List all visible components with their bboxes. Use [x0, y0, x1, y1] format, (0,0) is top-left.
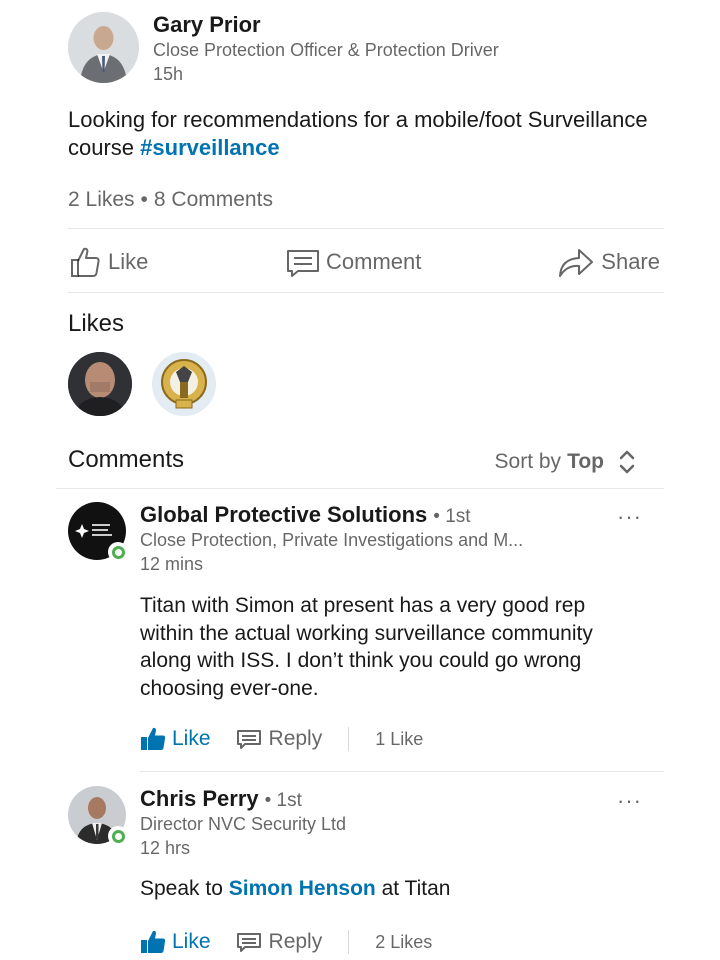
- post-text: Looking for recommendations for a mobile…: [68, 106, 658, 162]
- commenter-avatar[interactable]: [68, 786, 128, 846]
- comment-reply-button[interactable]: Reply: [236, 930, 323, 954]
- comment-text-after: at Titan: [375, 877, 451, 900]
- connection-degree: • 1st: [433, 506, 471, 527]
- like-label: Like: [108, 249, 149, 274]
- comment-item: Chris Perry • 1st Director NVC Security L…: [68, 786, 664, 960]
- comment-timestamp: 12 hrs: [140, 838, 191, 858]
- thumbs-up-filled-icon: [141, 930, 166, 953]
- share-label: Share: [601, 249, 660, 274]
- divider: [68, 228, 664, 229]
- mention-link[interactable]: Simon Henson: [229, 877, 376, 900]
- divider: [140, 771, 664, 772]
- comment-likes-count[interactable]: 2 Likes: [375, 932, 432, 953]
- comments-section-title: Comments: [68, 446, 185, 473]
- comment-label: Comment: [326, 249, 422, 274]
- connection-degree: • 1st: [264, 790, 302, 811]
- comment-icon: [287, 250, 319, 277]
- liker-avatar[interactable]: [68, 352, 132, 416]
- online-status-icon: [108, 826, 128, 846]
- social-counts: 2 Likes • 8 Comments: [68, 188, 273, 212]
- comment-actions: Like Reply 2 Likes: [140, 927, 432, 957]
- thumbs-up-filled-icon: [141, 727, 166, 750]
- commenter-name[interactable]: Global Protective Solutions • 1st: [140, 502, 471, 528]
- comment-reply-label: Reply: [268, 727, 323, 750]
- divider: [68, 292, 664, 293]
- commenter-name-text: Chris Perry: [140, 786, 259, 811]
- post-header: Gary Prior Close Protection Officer & Pr…: [68, 12, 668, 92]
- sort-label: Sort by: [494, 450, 562, 473]
- post-action-bar: Like Comment Share: [68, 232, 660, 292]
- reply-icon: [236, 730, 261, 749]
- commenter-name-text: Global Protective Solutions: [140, 502, 428, 527]
- commenter-name[interactable]: Chris Perry • 1st: [140, 786, 302, 812]
- likes-section-title: Likes: [68, 310, 125, 337]
- comment-item: Global Protective Solutions • 1st Close P…: [68, 502, 664, 770]
- comment-text: Speak to Simon Henson at Titan: [140, 875, 640, 903]
- comment-text-before: Speak to: [140, 877, 229, 900]
- author-photo-icon: [68, 12, 139, 83]
- comment-like-label: Like: [172, 930, 211, 953]
- author-avatar[interactable]: [68, 12, 139, 83]
- post-timestamp: 15h: [153, 64, 184, 84]
- liker-avatar[interactable]: [152, 352, 216, 416]
- sort-comments-dropdown[interactable]: Sort by Top: [495, 448, 636, 476]
- sort-value: Top: [567, 450, 604, 473]
- post-hashtag-link[interactable]: #surveillance: [140, 135, 279, 160]
- comment-like-button[interactable]: Like: [140, 726, 211, 752]
- clan-crest-icon: [152, 352, 216, 416]
- comment-text: Titan with Simon at present has a very g…: [140, 594, 593, 700]
- comment-reply-label: Reply: [268, 930, 323, 953]
- reply-icon: [236, 933, 261, 952]
- liker-photo-icon: [68, 352, 132, 416]
- sort-chevrons-icon: [619, 450, 635, 474]
- commenter-avatar[interactable]: [68, 502, 128, 562]
- comment-timestamp: 12 mins: [140, 554, 204, 574]
- like-button[interactable]: Like: [68, 232, 148, 292]
- comment-actions: Like Reply 1 Like: [140, 724, 423, 754]
- share-button[interactable]: Share: [557, 232, 660, 292]
- comment-like-label: Like: [172, 727, 211, 750]
- more-options-icon[interactable]: ···: [617, 504, 642, 530]
- count-separator: •: [140, 188, 148, 211]
- comment-reply-button[interactable]: Reply: [236, 727, 323, 751]
- share-arrow-icon: [559, 249, 594, 277]
- thumbs-up-icon: [71, 247, 100, 277]
- author-headline: Close Protection Officer & Protection Dr…: [153, 40, 499, 60]
- more-options-icon[interactable]: ···: [617, 788, 642, 814]
- online-status-icon: [108, 542, 128, 562]
- commenter-headline: Director NVC Security Ltd: [140, 814, 347, 834]
- divider: [56, 488, 664, 489]
- comment-likes-count[interactable]: 1 Like: [375, 729, 423, 750]
- action-separator: [348, 930, 350, 954]
- commenter-headline: Close Protection, Private Investigations…: [140, 530, 524, 550]
- author-name[interactable]: Gary Prior: [153, 12, 261, 38]
- likes-count[interactable]: 2 Likes: [68, 188, 135, 211]
- action-separator: [348, 727, 350, 751]
- comment-like-button[interactable]: Like: [140, 929, 211, 955]
- comments-count[interactable]: 8 Comments: [154, 188, 273, 211]
